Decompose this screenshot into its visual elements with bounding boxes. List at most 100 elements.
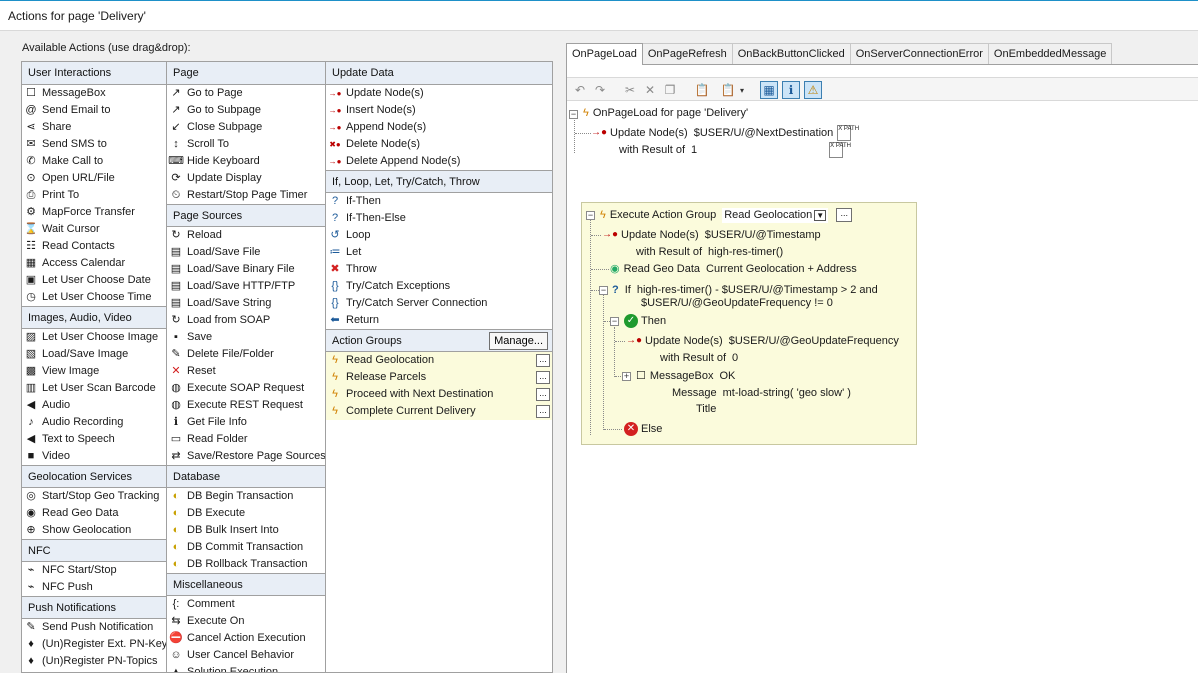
tab-onpagerefresh[interactable]: OnPageRefresh bbox=[641, 43, 733, 64]
collapse-root-icon[interactable]: − bbox=[569, 110, 578, 119]
action-item-load-save-file[interactable]: ▤ Load/Save File bbox=[167, 244, 325, 261]
action-item-delete-node-s[interactable]: ✖● Delete Node(s) bbox=[326, 136, 552, 153]
action-item-db-execute[interactable]: ◐ DB Execute bbox=[167, 505, 325, 522]
tab-onserverconnectionerror[interactable]: OnServerConnectionError bbox=[849, 43, 989, 64]
action-item-print-to[interactable]: ⎙ Print To bbox=[22, 187, 166, 204]
execute-action-group-row[interactable]: ϟ Execute Action Group Read Geolocation … bbox=[600, 207, 853, 223]
redo-icon[interactable]: ↷ bbox=[591, 81, 609, 99]
action-item-update-display[interactable]: ⟳ Update Display bbox=[167, 170, 325, 187]
action-item-read-geolocation[interactable]: ϟ Read Geolocation... bbox=[326, 352, 552, 369]
paste-dropdown-icon[interactable]: ▾ bbox=[737, 81, 747, 99]
action-item-db-begin-transaction[interactable]: ◐ DB Begin Transaction bbox=[167, 488, 325, 505]
action-group-combo[interactable]: Read Geolocation ▼ bbox=[722, 207, 829, 223]
action-item-insert-node-s[interactable]: →● Insert Node(s) bbox=[326, 102, 552, 119]
action-item-let-user-scan-barcode[interactable]: ▥ Let User Scan Barcode bbox=[22, 380, 166, 397]
action-item-wait-cursor[interactable]: ⌛ Wait Cursor bbox=[22, 221, 166, 238]
action-item-un-register-ext-pn-key[interactable]: ♦ (Un)Register Ext. PN-Key bbox=[22, 636, 166, 653]
action-item-un-register-pn-topics[interactable]: ♦ (Un)Register PN-Topics bbox=[22, 653, 166, 670]
action-group-more-button[interactable]: ... bbox=[536, 354, 550, 367]
info-icon[interactable]: ℹ bbox=[782, 81, 800, 99]
action-item-close-subpage[interactable]: ↙ Close Subpage bbox=[167, 119, 325, 136]
action-item-delete-append-node-s[interactable]: →● Delete Append Node(s) bbox=[326, 153, 552, 170]
action-item-read-geo-data[interactable]: ◉ Read Geo Data bbox=[22, 505, 166, 522]
action-item-loop[interactable]: ↺ Loop bbox=[326, 227, 552, 244]
action-item-load-save-image[interactable]: ▧ Load/Save Image bbox=[22, 346, 166, 363]
action-item-append-node-s[interactable]: →● Append Node(s) bbox=[326, 119, 552, 136]
action-item-comment[interactable]: {: Comment bbox=[167, 596, 325, 613]
action-item-cancel-action-execution[interactable]: ⛔ Cancel Action Execution bbox=[167, 630, 325, 647]
action-group-more-button[interactable]: ... bbox=[836, 208, 853, 222]
xpath-icon[interactable]: X PATH bbox=[837, 125, 859, 141]
action-item-throw[interactable]: ✖ Throw bbox=[326, 261, 552, 278]
action-item-load-from-soap[interactable]: ↻ Load from SOAP bbox=[167, 312, 325, 329]
collapse-if-icon[interactable]: − bbox=[599, 286, 608, 295]
action-item-audio[interactable]: ◀ Audio bbox=[22, 397, 166, 414]
update-node-row-3[interactable]: →● Update Node(s) $USER/U/@GeoUpdateFreq… bbox=[626, 333, 899, 349]
action-item-load-save-http-ftp[interactable]: ▤ Load/Save HTTP/FTP bbox=[167, 278, 325, 295]
xpath-icon[interactable]: X PATH bbox=[829, 142, 851, 158]
action-item-access-calendar[interactable]: ▦ Access Calendar bbox=[22, 255, 166, 272]
else-row[interactable]: ✕ Else bbox=[624, 421, 662, 437]
action-item-if-then-else[interactable]: ? If-Then-Else bbox=[326, 210, 552, 227]
tree-root-row[interactable]: ϟ OnPageLoad for page 'Delivery' bbox=[583, 105, 748, 121]
action-item-video[interactable]: ■ Video bbox=[22, 448, 166, 465]
update-node-row-2[interactable]: →● Update Node(s) $USER/U/@Timestamp bbox=[602, 227, 821, 243]
action-item-text-to-speech[interactable]: ◀ Text to Speech bbox=[22, 431, 166, 448]
action-item-get-file-info[interactable]: ℹ Get File Info bbox=[167, 414, 325, 431]
action-item-scroll-to[interactable]: ↕ Scroll To bbox=[167, 136, 325, 153]
action-item-make-call-to[interactable]: ✆ Make Call to bbox=[22, 153, 166, 170]
action-item-db-bulk-insert-into[interactable]: ◐ DB Bulk Insert Into bbox=[167, 522, 325, 539]
action-group-more-button[interactable]: ... bbox=[536, 371, 550, 384]
action-group-more-button[interactable]: ... bbox=[536, 405, 550, 418]
action-item-go-to-subpage[interactable]: ↗ Go to Subpage bbox=[167, 102, 325, 119]
update-node-row-1[interactable]: →● Update Node(s) $USER/U/@NextDestinati… bbox=[591, 125, 859, 141]
tab-onpageload[interactable]: OnPageLoad bbox=[566, 43, 643, 65]
action-item-open-url-file[interactable]: ⊙ Open URL/File bbox=[22, 170, 166, 187]
action-item-release-parcels[interactable]: ϟ Release Parcels... bbox=[326, 369, 552, 386]
action-item-restart-stop-page-timer[interactable]: ⏲ Restart/Stop Page Timer bbox=[167, 187, 325, 204]
tab-onembeddedmessage[interactable]: OnEmbeddedMessage bbox=[987, 43, 1113, 64]
action-item-send-email-to[interactable]: @ Send Email to bbox=[22, 102, 166, 119]
action-item-start-stop-geo-tracking[interactable]: ◎ Start/Stop Geo Tracking bbox=[22, 488, 166, 505]
messagebox-row[interactable]: ☐ MessageBox OK bbox=[636, 368, 735, 384]
collapse-group-icon[interactable]: − bbox=[586, 211, 595, 220]
action-group-more-button[interactable]: ... bbox=[536, 388, 550, 401]
action-item-reload[interactable]: ↻ Reload bbox=[167, 227, 325, 244]
action-item-show-geolocation[interactable]: ⊕ Show Geolocation bbox=[22, 522, 166, 539]
collapse-then-icon[interactable]: − bbox=[610, 317, 619, 326]
action-item-let-user-choose-image[interactable]: ▨ Let User Choose Image bbox=[22, 329, 166, 346]
copy-icon[interactable]: ❐ bbox=[661, 81, 679, 99]
action-item-execute-soap-request[interactable]: ◍ Execute SOAP Request bbox=[167, 380, 325, 397]
action-item-send-push-notification[interactable]: ✎ Send Push Notification bbox=[22, 619, 166, 636]
action-item-audio-recording[interactable]: ♪ Audio Recording bbox=[22, 414, 166, 431]
action-item-let[interactable]: ≔ Let bbox=[326, 244, 552, 261]
action-item-mapforce-transfer[interactable]: ⚙ MapForce Transfer bbox=[22, 204, 166, 221]
action-item-save-restore-page-sources[interactable]: ⇄ Save/Restore Page Sources bbox=[167, 448, 325, 465]
action-item-let-user-choose-date[interactable]: ▣ Let User Choose Date bbox=[22, 272, 166, 289]
action-item-share[interactable]: ⋖ Share bbox=[22, 119, 166, 136]
action-item-let-user-choose-time[interactable]: ◷ Let User Choose Time bbox=[22, 289, 166, 306]
read-geo-data-row[interactable]: ◉ Read Geo Data Current Geolocation + Ad… bbox=[610, 261, 857, 277]
action-item-db-commit-transaction[interactable]: ◐ DB Commit Transaction bbox=[167, 539, 325, 556]
action-item-view-image[interactable]: ▩ View Image bbox=[22, 363, 166, 380]
action-item-complete-current-delivery[interactable]: ϟ Complete Current Delivery... bbox=[326, 403, 552, 420]
action-item-proceed-with-next-destination[interactable]: ϟ Proceed with Next Destination... bbox=[326, 386, 552, 403]
manage-action-groups-button[interactable]: Manage... bbox=[489, 332, 548, 350]
expand-messagebox-icon[interactable]: + bbox=[622, 372, 631, 381]
action-item-delete-file-folder[interactable]: ✎ Delete File/Folder bbox=[167, 346, 325, 363]
action-item-try-catch-server-connection[interactable]: {} Try/Catch Server Connection bbox=[326, 295, 552, 312]
tab-onbackbuttonclicked[interactable]: OnBackButtonClicked bbox=[731, 43, 851, 64]
paste-icon[interactable]: 📋 bbox=[693, 81, 711, 99]
action-item-solution-execution[interactable]: ▲ Solution Execution bbox=[167, 664, 325, 672]
delete-icon[interactable]: ✕ bbox=[641, 81, 659, 99]
action-item-go-to-page[interactable]: ↗ Go to Page bbox=[167, 85, 325, 102]
undo-icon[interactable]: ↶ bbox=[571, 81, 589, 99]
action-item-reset[interactable]: ✕ Reset bbox=[167, 363, 325, 380]
action-item-db-rollback-transaction[interactable]: ◐ DB Rollback Transaction bbox=[167, 556, 325, 573]
action-item-if-then[interactable]: ? If-Then bbox=[326, 193, 552, 210]
action-item-load-save-string[interactable]: ▤ Load/Save String bbox=[167, 295, 325, 312]
action-item-send-sms-to[interactable]: ✉ Send SMS to bbox=[22, 136, 166, 153]
action-item-execute-on[interactable]: ⇆ Execute On bbox=[167, 613, 325, 630]
action-item-read-folder[interactable]: ▭ Read Folder bbox=[167, 431, 325, 448]
action-item-nfc-start-stop[interactable]: ⌁ NFC Start/Stop bbox=[22, 562, 166, 579]
